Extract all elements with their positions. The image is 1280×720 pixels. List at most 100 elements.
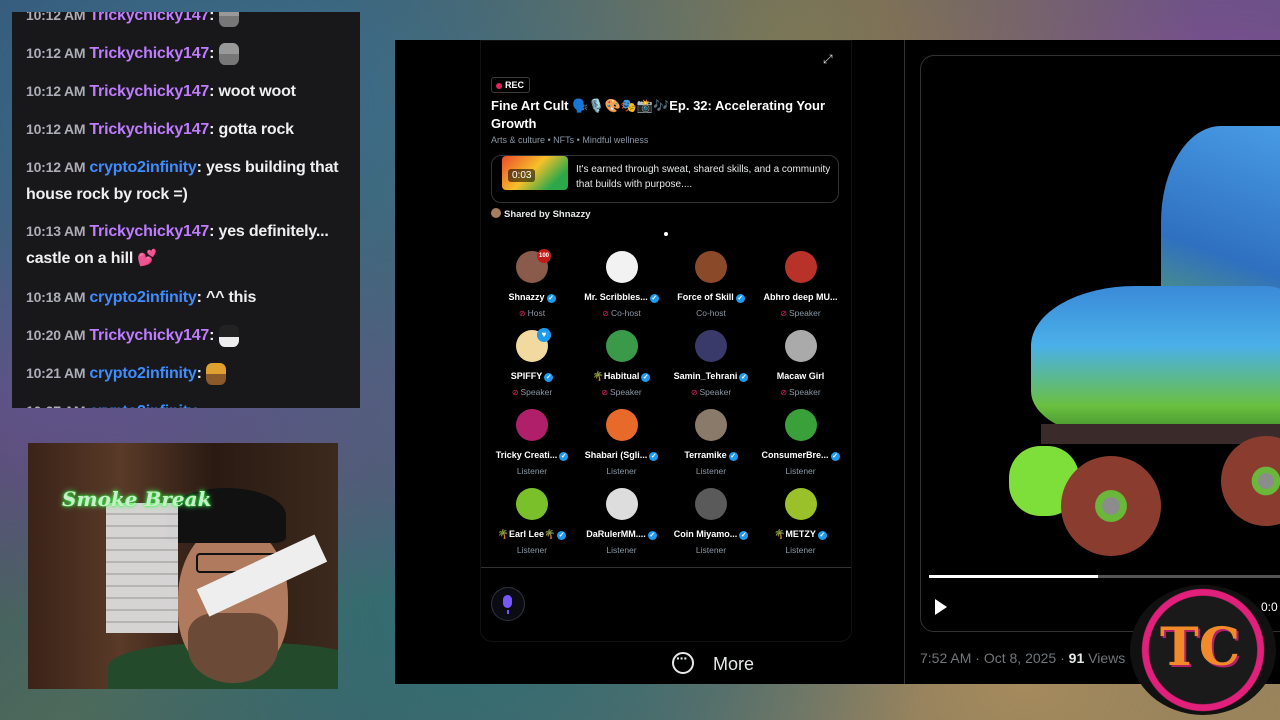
participant-role-text: Speaker	[520, 387, 553, 397]
participant-avatar[interactable]	[784, 409, 817, 441]
mic-muted-icon: ⊘	[690, 388, 698, 397]
chat-username[interactable]: Trickychicky147	[89, 83, 209, 100]
participant-role-text: Listener	[606, 466, 637, 476]
participant-name-text: Samin_Tehrani	[673, 371, 738, 381]
chat-colon: :	[209, 121, 219, 138]
participant-name: Samin_Tehrani ✓	[666, 371, 756, 382]
participant-avatar[interactable]	[784, 488, 817, 520]
participant-avatar[interactable]	[695, 330, 727, 362]
chat-panel: 10:12 AM Trickychicky147: 10:12 AM Trickyc…	[12, 12, 360, 408]
participant-avatar[interactable]	[695, 409, 727, 441]
participant[interactable]: Shabari (Sgli... ✓ Listener	[577, 407, 667, 481]
channel-logo: TC	[1130, 585, 1276, 715]
verified-badge-icon: ✓	[817, 531, 827, 540]
participant-role-text: Speaker	[699, 387, 732, 397]
participant[interactable]: 100 Shnazzy ✓ ⊘ Host	[487, 249, 577, 323]
participant-name-text: SPIFFY	[510, 371, 543, 381]
participant-avatar[interactable]	[695, 251, 727, 283]
participant[interactable]: Macaw Girl ⊘ Speaker	[756, 328, 846, 402]
video-player[interactable]: 0:0	[920, 55, 1280, 632]
participant[interactable]: ConsumerBre... ✓ Listener	[756, 407, 846, 481]
mic-muted-icon: ⊘	[602, 309, 609, 318]
post-date[interactable]: Oct 8, 2025	[984, 650, 1056, 666]
participant-role-text: Listener	[695, 545, 727, 555]
more-button[interactable]: More	[713, 654, 754, 675]
more-icon[interactable]	[672, 650, 694, 674]
expand-icon[interactable]: ⤢	[823, 53, 835, 65]
participant[interactable]: Abhro deep MU... ⊘ Speaker	[756, 249, 846, 323]
chat-username[interactable]: Trickychicky147	[89, 12, 209, 24]
chat-text: ^^ this	[205, 289, 257, 306]
chat-username[interactable]: crypto2infinity	[89, 289, 196, 306]
participant-name-text: Macaw Girl	[776, 371, 825, 381]
play-icon[interactable]	[935, 599, 947, 615]
verified-badge-icon: ✓	[546, 294, 556, 303]
participant[interactable]: DaRulerMM.... ✓ Listener	[577, 486, 667, 560]
participant[interactable]: ♥ SPIFFY ✓ ⊘ Speaker	[487, 328, 577, 402]
participant-name: Shnazzy ✓	[487, 292, 577, 303]
chat-timestamp: 10:13 AM	[26, 223, 86, 239]
participant[interactable]: Tricky Creati... ✓ Listener	[487, 407, 577, 481]
clip-thumbnail[interactable]: 0:03	[502, 156, 568, 190]
participant-avatar[interactable]	[695, 488, 727, 520]
chat-username[interactable]: crypto2infinity	[89, 403, 196, 408]
video-progress-bar[interactable]	[929, 575, 1280, 578]
page-dot-indicator	[664, 232, 668, 236]
participant-name-text: Shabari (Sgli...	[584, 450, 648, 460]
chat-message: 10:27 AMcrypto2infinity:	[26, 398, 346, 408]
verified-badge-icon: ✓	[830, 452, 840, 461]
chat-timestamp: 10:12 AM	[26, 12, 86, 23]
chat-username[interactable]: Trickychicky147	[89, 223, 209, 240]
participant-role: ⊘ Host	[487, 308, 577, 318]
verified-badge-icon: ✓	[739, 531, 749, 540]
chat-colon: :	[209, 45, 219, 62]
chat-timestamp: 10:12 AM	[26, 45, 86, 61]
divider	[481, 567, 851, 568]
participant-role: Co-host	[666, 308, 756, 318]
chat-username[interactable]: Trickychicky147	[89, 327, 209, 344]
participant-name-text: ConsumerBre...	[761, 450, 829, 460]
chat-timestamp: 10:12 AM	[26, 83, 86, 99]
participant-role: ⊘ Speaker	[577, 387, 667, 397]
participant-name: 🌴Habitual ✓	[577, 371, 667, 382]
participant-avatar[interactable]	[516, 488, 548, 520]
mic-muted-icon: ⊘	[511, 388, 519, 397]
chat-username[interactable]: crypto2infinity	[89, 365, 196, 382]
participant[interactable]: Mr. Scribbles... ✓ ⊘ Co-host	[577, 249, 667, 323]
rec-badge: REC	[491, 77, 531, 93]
chat-username[interactable]: Trickychicky147	[89, 121, 209, 138]
chat-username[interactable]: Trickychicky147	[89, 45, 209, 62]
participant-avatar[interactable]	[605, 330, 638, 362]
participant-name-text: Shnazzy	[508, 292, 545, 302]
space-card[interactable]: REC ⤢ Fine Art Cult 🗣️🎙️🎨🎭📸🎶Ep. 32: Acce…	[480, 40, 852, 642]
participant-avatar[interactable]	[784, 330, 817, 362]
participant[interactable]: Terramike ✓ Listener	[666, 407, 756, 481]
chat-username[interactable]: crypto2infinity	[89, 159, 196, 176]
participant-avatar[interactable]	[605, 488, 638, 520]
participant[interactable]: Coin Miyamo... ✓ Listener	[666, 486, 756, 560]
participant-role: Listener	[666, 466, 756, 476]
views-label: Views	[1088, 650, 1126, 666]
participant[interactable]: Samin_Tehrani ✓ ⊘ Speaker	[666, 328, 756, 402]
participant-avatar[interactable]	[605, 409, 638, 441]
verified-badge-icon: ✓	[739, 373, 749, 382]
chat-message: 10:12 AM Trickychicky147:	[26, 40, 346, 67]
verified-badge-icon: ✓	[649, 452, 659, 461]
participant-name: 🌴Earl Lee🌴 ✓	[487, 529, 577, 540]
participant-avatar[interactable]	[516, 409, 548, 441]
participant-role-text: Speaker	[610, 387, 642, 397]
clip-card[interactable]: 0:03 It's earned through sweat, shared s…	[491, 155, 839, 203]
participant[interactable]: Force of Skill ✓ Co-host	[666, 249, 756, 323]
participant[interactable]: 🌴METZY ✓ Listener	[756, 486, 846, 560]
chat-colon: :	[197, 403, 202, 408]
verified-badge-icon: ✓	[647, 531, 657, 540]
participant[interactable]: 🌴Habitual ✓ ⊘ Speaker	[577, 328, 667, 402]
poop-emote	[218, 12, 239, 27]
participant-avatar[interactable]	[784, 251, 817, 283]
participant-role-text: Co-host	[610, 308, 641, 318]
clip-duration: 0:03	[508, 169, 536, 182]
chat-timestamp: 10:12 AM	[26, 121, 86, 137]
mic-button[interactable]	[491, 587, 525, 621]
participant-avatar[interactable]	[605, 251, 638, 283]
participant[interactable]: 🌴Earl Lee🌴 ✓ Listener	[487, 486, 577, 560]
